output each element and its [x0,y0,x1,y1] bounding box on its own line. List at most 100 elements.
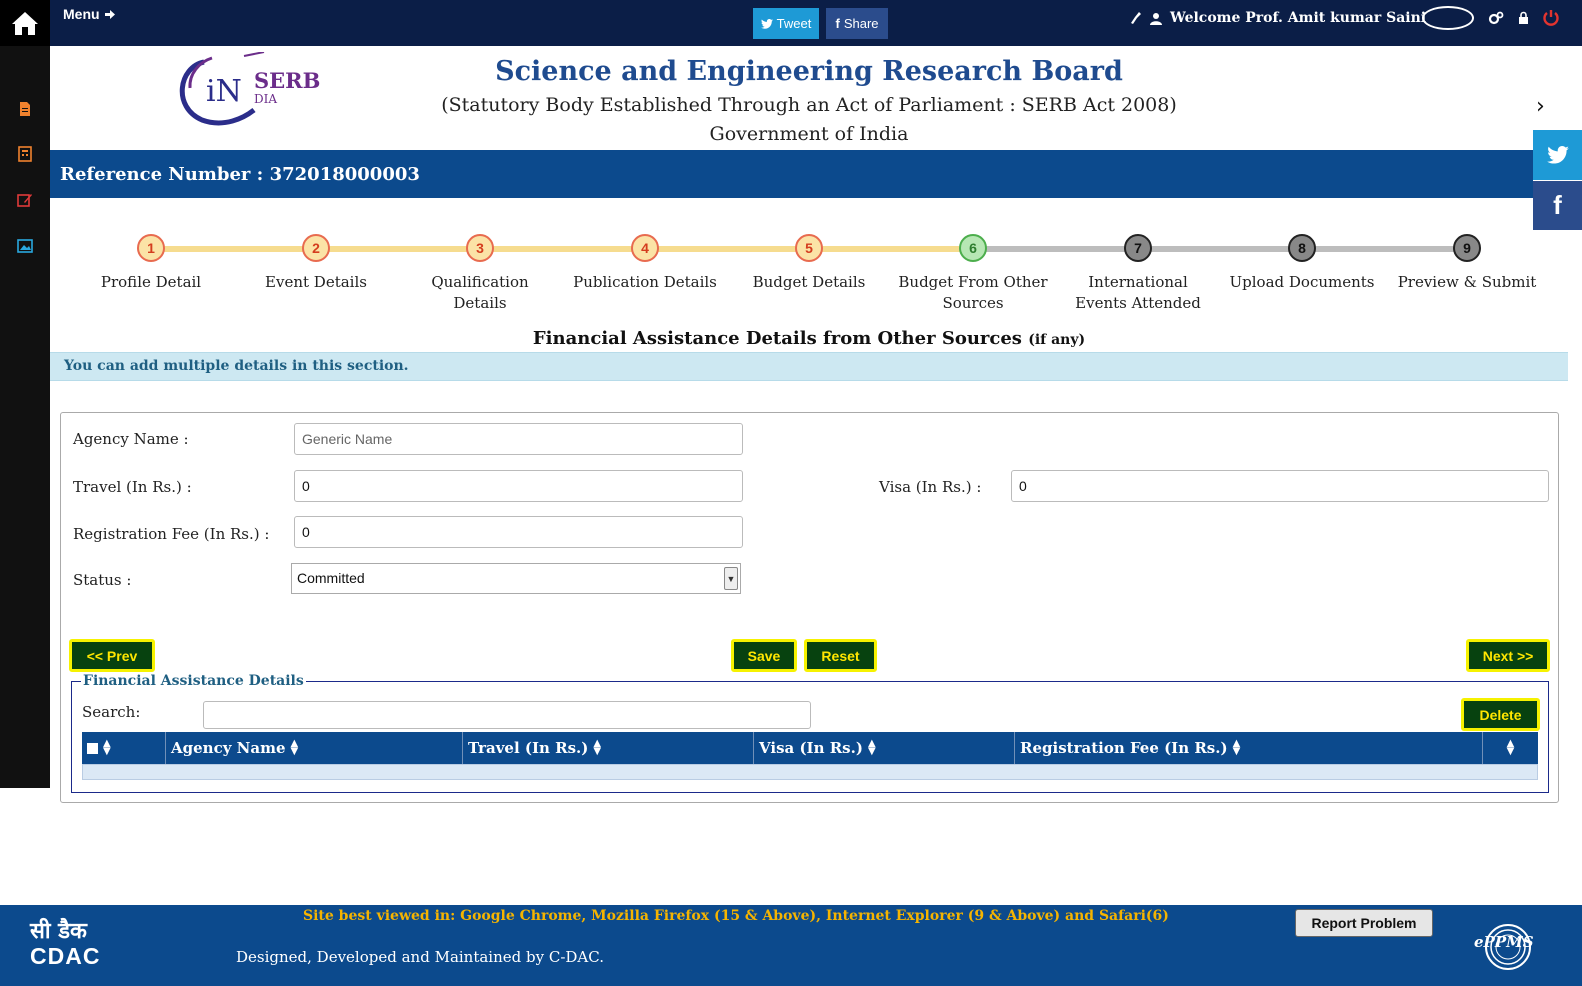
step-label: Preview & Submit [1397,273,1537,291]
column-label: Visa (In Rs.) [759,739,863,757]
sort-icon: ▲ ▼ [1506,738,1515,757]
section-title-note: (if any) [1028,332,1086,348]
column-registration-fee[interactable]: Registration Fee (In Rs.) ▲ ▼ [1015,732,1483,764]
save-button[interactable]: Save [731,639,797,672]
chevron-right-icon[interactable]: › [1536,94,1545,119]
step-label: Profile Detail [100,273,202,291]
column-actions[interactable]: ▲ ▼ [1483,732,1538,764]
home-button[interactable] [0,0,50,46]
site-header: iN SERB DIA Science and Engineering Rese… [50,46,1582,150]
progress-steps: 1 Profile Detail 2 Event Details 3 Quali… [50,198,1536,323]
travel-input[interactable] [294,470,743,502]
step-number: 4 [631,234,659,262]
step-label: Event Details [265,273,367,291]
step-number: 5 [795,234,823,262]
delete-button[interactable]: Delete [1461,698,1540,731]
sort-icon: ▲ ▼ [593,738,602,757]
lock-icon[interactable] [1518,11,1529,24]
step-label: Budget From Other Sources [898,273,1048,312]
step-number: 8 [1288,234,1316,262]
column-visa[interactable]: Visa (In Rs.) ▲ ▼ [754,732,1015,764]
site-title: Science and Engineering Research Board [495,56,1123,87]
step-6[interactable]: 6 Budget From Other Sources [898,234,1048,314]
chevron-down-icon: ▼ [724,567,738,590]
column-agency-name[interactable]: Agency Name ▲ ▼ [166,732,463,764]
left-sidebar [0,0,50,788]
reference-number: Reference Number : 372018000003 [50,150,1533,198]
column-travel[interactable]: Travel (In Rs.) ▲ ▼ [463,732,754,764]
step-8[interactable]: 8 Upload Documents [1227,234,1377,293]
reset-button[interactable]: Reset [804,639,877,672]
step-2[interactable]: 2 Event Details [241,234,391,293]
step-label: International Events Attended [1075,273,1201,312]
site-subtitle: (Statutory Body Established Through an A… [441,94,1177,116]
wrench-icon[interactable] [1130,11,1142,25]
image-icon[interactable] [17,238,33,254]
financial-details-fieldset: Financial Assistance Details Search: Del… [71,673,1549,793]
power-icon[interactable] [1543,9,1559,26]
tweet-label: Tweet [776,16,812,31]
report-problem-button[interactable]: Report Problem [1295,909,1433,937]
agency-name-input[interactable] [294,423,743,455]
select-all-checkbox[interactable] [87,742,98,754]
designed-by: Designed, Developed and Maintained by C-… [236,948,604,966]
status-select[interactable]: Committed ▼ [291,563,741,594]
home-icon [12,12,38,35]
step-number: 7 [1124,234,1152,262]
share-button[interactable]: f Share [826,8,888,39]
step-label: Qualification Details [431,273,529,312]
site-footer: सी डैक CDAC Site best viewed in: Google … [0,905,1582,986]
facebook-icon: f [835,16,840,31]
step-3[interactable]: 3 Qualification Details [405,234,555,314]
column-label: Registration Fee (In Rs.) [1020,739,1228,757]
cdac-text: CDAC [30,943,101,969]
sort-icon: ▲ ▼ [290,738,299,757]
step-label: Publication Details [573,273,717,291]
step-number: 2 [302,234,330,262]
edit-icon[interactable] [17,192,33,208]
step-9[interactable]: 9 Preview & Submit [1392,234,1542,293]
step-label: Budget Details [752,273,866,291]
menu-button[interactable]: Menu [63,6,117,22]
prev-button[interactable]: << Prev [69,639,155,672]
tweet-button[interactable]: Tweet [753,8,819,39]
registration-fee-input[interactable] [294,516,743,548]
facebook-icon: f [1553,190,1562,220]
step-7[interactable]: 7 International Events Attended [1063,234,1213,314]
sort-icon: ▲ ▼ [1232,738,1241,757]
calculator-icon[interactable] [17,146,33,162]
step-number: 6 [959,234,987,262]
status-label: Status : [73,571,132,589]
cdac-hindi-text: सी डैक [30,919,87,944]
settings-icon[interactable] [1488,11,1504,25]
document-icon[interactable] [17,101,33,117]
sort-icon: ▲ ▼ [103,738,111,757]
search-label: Search: [82,703,141,721]
column-label: Agency Name [171,739,286,757]
step-4[interactable]: 4 Publication Details [570,234,720,293]
select-all-column[interactable]: ▲ ▼ [82,732,166,764]
share-label: Share [843,16,879,31]
side-twitter-button[interactable] [1533,130,1582,180]
next-button[interactable]: Next >> [1466,639,1550,672]
twitter-icon [1546,146,1569,164]
search-input[interactable] [203,701,811,729]
step-5[interactable]: 5 Budget Details [734,234,884,293]
section-title-text: Financial Assistance Details from Other … [532,328,1022,349]
step-label: Upload Documents [1229,273,1375,291]
step-number: 1 [137,234,165,262]
welcome-area: Welcome Prof. Amit kumar Saini [1130,10,1426,26]
eppms-logo: ePPMS [1470,915,1536,975]
user-toggle[interactable] [1422,6,1474,30]
visa-input[interactable] [1011,470,1549,502]
agency-name-label: Agency Name : [73,430,189,448]
table-empty-row [82,764,1538,780]
details-table: ▲ ▼ Agency Name ▲ ▼ Travel (In Rs.) ▲ ▼ Vis… [82,732,1538,780]
side-facebook-button[interactable]: f [1533,181,1582,230]
form-panel: Agency Name : Travel (In Rs.) : Visa (In… [60,412,1559,803]
step-1[interactable]: 1 Profile Detail [76,234,226,293]
welcome-text: Welcome Prof. Amit kumar Saini [1170,10,1427,26]
user-icon[interactable] [1150,12,1162,25]
sign-in-icon [104,9,115,19]
site-government: Government of India [709,123,909,145]
